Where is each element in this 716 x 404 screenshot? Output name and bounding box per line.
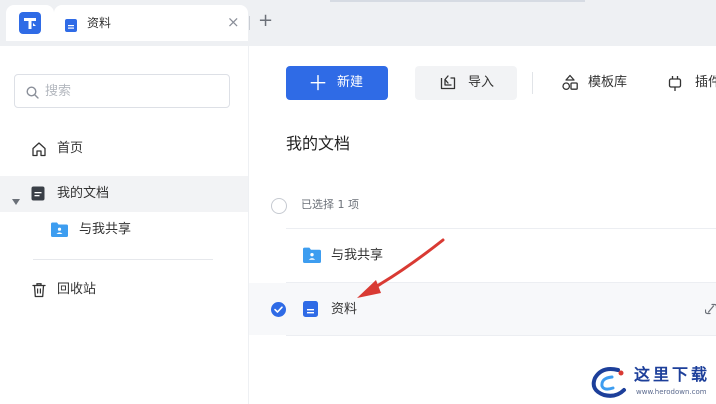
template-library-label: 模板库 [588, 75, 628, 90]
selection-count: 已选择 1 项 [301, 198, 359, 211]
home-icon [31, 141, 47, 161]
search-icon [26, 84, 39, 103]
template-icon [561, 74, 579, 96]
plus-icon: ＋ [308, 71, 328, 95]
link-icon[interactable] [704, 301, 716, 320]
search-box[interactable] [14, 74, 230, 108]
tab-document[interactable]: 资料 × [54, 5, 248, 41]
sidebar-item-label: 与我共享 [79, 222, 132, 237]
file-row-document[interactable]: 资料 [249, 283, 716, 335]
watermark-logo-icon [591, 367, 626, 398]
search-input[interactable] [45, 81, 215, 101]
shared-folder-icon [303, 247, 321, 267]
app-logo-icon [19, 12, 41, 34]
document-icon [65, 17, 77, 36]
window-top-line [330, 0, 585, 2]
watermark: 这里下载 www.herodown.com [588, 364, 712, 402]
toolbar-separator [532, 72, 533, 94]
plugin-button[interactable]: 插件 [667, 66, 716, 100]
tab-title: 资料 [87, 16, 112, 30]
page-title: 我的文档 [286, 134, 351, 153]
row-divider [286, 335, 716, 336]
import-button[interactable]: 导入 [415, 66, 517, 100]
sidebar-item-label: 首页 [57, 141, 84, 156]
file-name: 与我共享 [331, 248, 384, 263]
caret-down-icon[interactable] [12, 190, 20, 209]
trash-icon [31, 282, 47, 302]
shared-folder-icon [51, 222, 68, 241]
tab-bar: 资料 × + [0, 0, 716, 46]
sidebar-item-my-documents[interactable]: 我的文档 [0, 176, 248, 212]
document-icon [303, 301, 318, 321]
sidebar-item-trash[interactable]: 回收站 [0, 272, 248, 308]
watermark-url: www.herodown.com [636, 388, 707, 396]
file-row-shared[interactable]: 与我共享 [249, 229, 716, 281]
plugin-button-label: 插件 [695, 75, 716, 90]
sidebar-divider [33, 259, 213, 260]
template-library-button[interactable]: 模板库 [561, 66, 661, 100]
document-icon [31, 186, 45, 205]
sidebar-item-home[interactable]: 首页 [0, 131, 248, 167]
file-name: 资料 [331, 302, 358, 317]
app-home-button[interactable] [6, 5, 54, 41]
plugin-icon [667, 75, 683, 96]
checked-checkbox-icon[interactable] [271, 302, 286, 321]
sidebar-item-label: 我的文档 [57, 186, 110, 201]
select-all-checkbox[interactable] [271, 198, 287, 214]
import-icon [440, 75, 456, 94]
sidebar-item-shared-with-me[interactable]: 与我共享 [0, 212, 248, 248]
selection-bar: 已选择 1 项 [249, 191, 716, 221]
import-button-label: 导入 [468, 75, 495, 90]
new-button[interactable]: ＋ 新建 [286, 66, 388, 100]
main-content: ＋ 新建 导入 模板库 插件 我的文档 已选择 1 项 与我共享 资料 [249, 46, 716, 404]
sidebar-item-label: 回收站 [57, 282, 97, 297]
watermark-title: 这里下载 [634, 365, 711, 384]
sidebar: 首页 我的文档 与我共享 [0, 46, 249, 404]
new-button-label: 新建 [337, 75, 364, 90]
close-icon[interactable]: × [227, 13, 240, 31]
new-tab-button[interactable]: + [258, 11, 273, 31]
tab-separator [249, 16, 250, 30]
